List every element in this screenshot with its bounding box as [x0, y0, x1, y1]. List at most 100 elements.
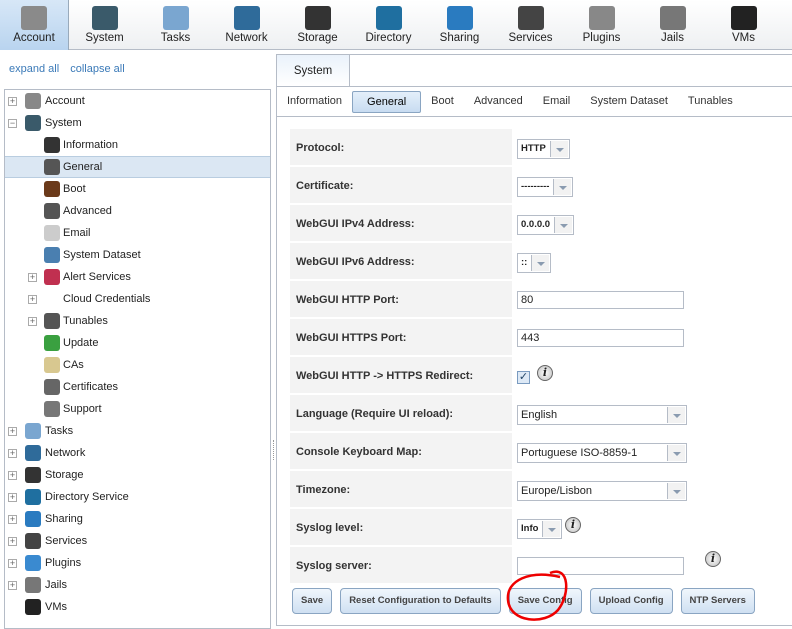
subtab-boot[interactable]: Boot — [421, 91, 464, 113]
subtab-email[interactable]: Email — [533, 91, 581, 113]
storage-icon — [304, 6, 331, 30]
subtabs: Information General Boot Advanced Email Syste… — [277, 86, 792, 117]
subtab-advanced[interactable]: Advanced — [464, 91, 533, 113]
panel-splitter[interactable] — [273, 440, 275, 460]
tree-item-services[interactable]: + Services — [5, 530, 270, 552]
subtab-system-dataset[interactable]: System Dataset — [580, 91, 678, 113]
tree-item-advanced[interactable]: Advanced — [5, 200, 270, 222]
save-config-button[interactable]: Save Config — [508, 588, 582, 614]
selected-value: Europe/Lisbon — [521, 485, 592, 497]
tree-controls: expand all collapse all — [9, 63, 133, 75]
expand-icon[interactable]: + — [28, 316, 37, 326]
info-icon[interactable]: i — [565, 517, 581, 533]
nav-system[interactable]: System — [69, 0, 140, 50]
tree-item-boot[interactable]: Boot — [5, 178, 270, 200]
collapse-icon[interactable]: − — [8, 118, 17, 128]
tab-system[interactable]: System — [277, 55, 350, 86]
nav-tasks[interactable]: Tasks — [140, 0, 211, 50]
tree-item-jails[interactable]: + Jails — [5, 574, 270, 596]
information-icon — [44, 137, 60, 153]
certificate-select[interactable]: --------- — [517, 177, 574, 197]
expand-icon[interactable]: + — [8, 448, 17, 458]
reset-configuration-to-defaults-button[interactable]: Reset Configuration to Defaults — [340, 588, 501, 614]
protocol-select[interactable]: HTTP — [517, 139, 570, 159]
save-button[interactable]: Save — [292, 588, 333, 614]
collapse-all-link[interactable]: collapse all — [70, 63, 124, 75]
tree-item-system-dataset[interactable]: System Dataset — [5, 244, 270, 266]
expand-icon[interactable]: + — [8, 470, 17, 480]
nav-label: VMs — [732, 32, 755, 44]
console-keyboard-map-select[interactable]: Portuguese ISO-8859-1 — [517, 443, 687, 463]
tree-item-sharing[interactable]: + Sharing — [5, 508, 270, 530]
language-require-ui-reload-select[interactable]: English — [517, 405, 687, 425]
tree-item-email[interactable]: Email — [5, 222, 270, 244]
nav-sharing[interactable]: Sharing — [424, 0, 495, 50]
nav-jails[interactable]: Jails — [637, 0, 708, 50]
expand-icon[interactable]: + — [8, 492, 17, 502]
expand-icon[interactable]: + — [28, 272, 37, 282]
webgui-http-port-input[interactable]: 80 — [517, 291, 684, 309]
tree-item-directory-service[interactable]: + Directory Service — [5, 486, 270, 508]
tree-item-update[interactable]: Update — [5, 332, 270, 354]
tree-item-alert-services[interactable]: + Alert Services — [5, 266, 270, 288]
tree-item-plugins[interactable]: + Plugins — [5, 552, 270, 574]
nav-services[interactable]: Services — [495, 0, 566, 50]
nav-vms[interactable]: VMs — [708, 0, 779, 50]
tree-item-cloud-credentials[interactable]: + Cloud Credentials — [5, 288, 270, 310]
tree-item-label: Boot — [63, 183, 86, 195]
field-label: Syslog server: — [290, 547, 512, 583]
field-label: Timezone: — [290, 471, 512, 507]
expand-icon[interactable]: + — [8, 426, 17, 436]
tree-item-information[interactable]: Information — [5, 134, 270, 156]
tree-item-tasks[interactable]: + Tasks — [5, 420, 270, 442]
info-icon[interactable]: i — [537, 365, 553, 381]
nav-storage[interactable]: Storage — [282, 0, 353, 50]
nav-label: System — [85, 32, 124, 44]
nav-network[interactable]: Network — [211, 0, 282, 50]
tree-item-general[interactable]: General — [5, 156, 270, 178]
syslog-level-select[interactable]: Info — [517, 519, 563, 539]
upload-config-button[interactable]: Upload Config — [589, 588, 673, 614]
selected-value: 0.0.0.0 — [521, 219, 551, 230]
expand-all-link[interactable]: expand all — [9, 63, 59, 75]
ntp-servers-button[interactable]: NTP Servers — [680, 588, 755, 614]
tree-item-label: Email — [63, 227, 91, 239]
redirect-checkbox[interactable]: ✓ — [517, 371, 530, 384]
tree-item-storage[interactable]: + Storage — [5, 464, 270, 486]
field-row-webgui-https-port: WebGUI HTTPS Port: 443 — [290, 319, 792, 355]
subtab-information[interactable]: Information — [277, 91, 352, 113]
tree-item-label: Advanced — [63, 205, 112, 217]
chevron-down-icon — [531, 255, 550, 271]
expand-icon[interactable]: + — [8, 96, 17, 106]
webgui-ipv4-address-select[interactable]: 0.0.0.0 — [517, 215, 575, 235]
tree-item-cas[interactable]: CAs — [5, 354, 270, 376]
plugins-icon — [588, 6, 615, 30]
timezone-select[interactable]: Europe/Lisbon — [517, 481, 687, 501]
tree-item-tunables[interactable]: + Tunables — [5, 310, 270, 332]
tree-item-label: Account — [45, 95, 85, 107]
tree-item-label: Support — [63, 403, 102, 415]
plugins-icon — [25, 555, 41, 571]
expand-icon[interactable]: + — [8, 536, 17, 546]
webgui-ipv6-address-select[interactable]: :: — [517, 253, 552, 273]
expand-icon[interactable]: + — [8, 514, 17, 524]
nav-plugins[interactable]: Plugins — [566, 0, 637, 50]
field-label: WebGUI HTTPS Port: — [290, 319, 512, 355]
tree-item-system[interactable]: − System — [5, 112, 270, 134]
subtab-general[interactable]: General — [352, 90, 422, 113]
expand-icon[interactable]: + — [8, 558, 17, 568]
field-row-timezone: Timezone: Europe/Lisbon — [290, 471, 792, 507]
subtab-tunables[interactable]: Tunables — [678, 91, 743, 113]
tree-item-network[interactable]: + Network — [5, 442, 270, 464]
tree-item-support[interactable]: Support — [5, 398, 270, 420]
webgui-https-port-input[interactable]: 443 — [517, 329, 684, 347]
expand-icon[interactable]: + — [28, 294, 37, 304]
syslog-server-input[interactable] — [517, 557, 684, 575]
info-icon[interactable]: i — [705, 551, 721, 567]
tree-item-account[interactable]: + Account — [5, 90, 270, 112]
tree-item-certificates[interactable]: Certificates — [5, 376, 270, 398]
nav-account[interactable]: Account — [0, 0, 69, 50]
expand-icon[interactable]: + — [8, 580, 17, 590]
nav-directory[interactable]: Directory — [353, 0, 424, 50]
tree-item-vms[interactable]: VMs — [5, 596, 270, 618]
